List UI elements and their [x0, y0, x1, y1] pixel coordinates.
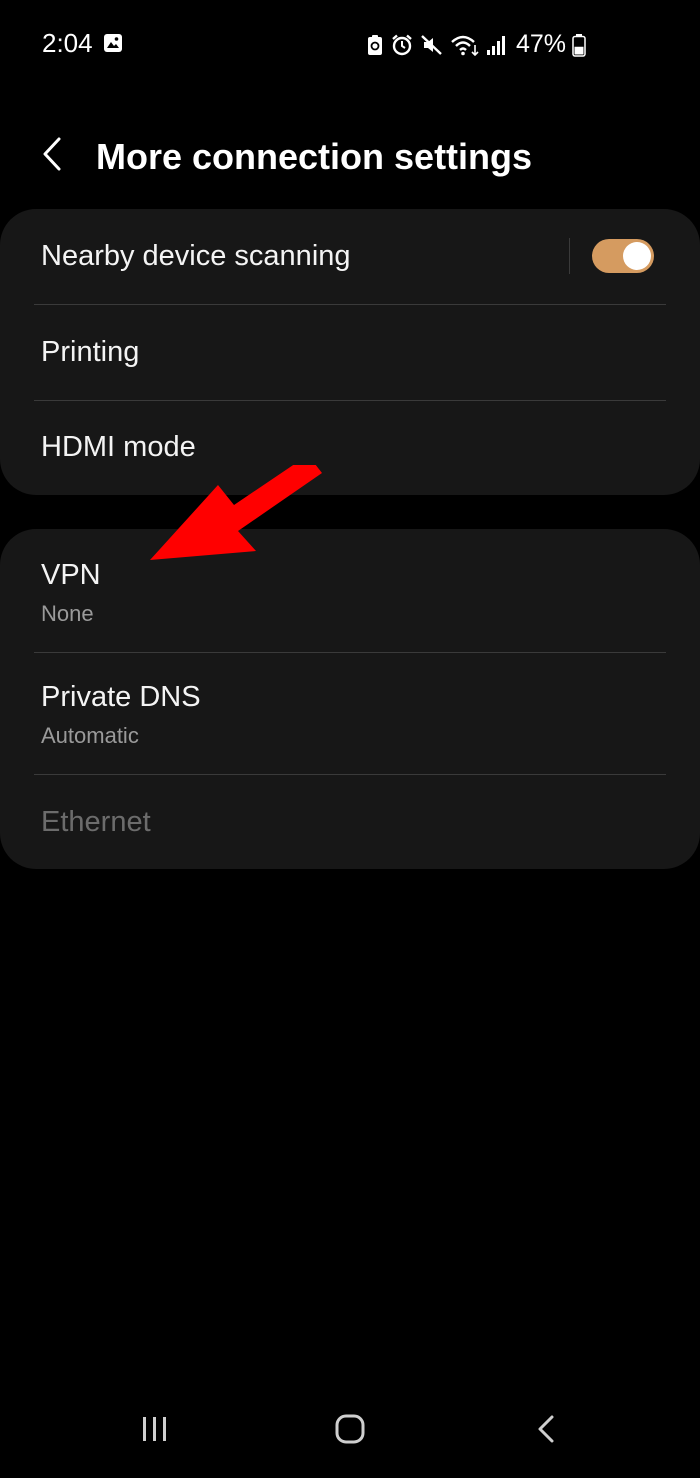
app-header: More connection settings	[0, 118, 700, 198]
printing-label: Printing	[41, 336, 140, 368]
page-title: More connection settings	[96, 136, 533, 177]
nearby-device-scanning-toggle[interactable]	[592, 239, 654, 273]
hdmi-mode-row[interactable]: HDMI mode	[0, 401, 700, 495]
status-bar: 2:04 47%	[0, 0, 700, 90]
vpn-row[interactable]: VPN None	[0, 529, 700, 652]
chevron-left-icon	[40, 136, 64, 177]
back-icon	[536, 1414, 556, 1449]
nav-back-button[interactable]	[516, 1406, 576, 1456]
ethernet-row: Ethernet	[0, 775, 700, 869]
wifi-icon	[450, 34, 480, 56]
status-time: 2:04	[42, 28, 93, 58]
home-button[interactable]	[320, 1406, 380, 1456]
vpn-label: VPN	[41, 559, 101, 591]
recent-apps-icon	[140, 1415, 170, 1448]
row-separator	[569, 238, 570, 274]
home-icon	[334, 1413, 366, 1450]
status-icons: 47%	[366, 30, 586, 59]
navigation-bar	[0, 1388, 700, 1478]
toggle-knob	[623, 242, 651, 270]
battery-icon	[572, 33, 586, 57]
recent-apps-button[interactable]	[125, 1406, 185, 1456]
hdmi-mode-label: HDMI mode	[41, 431, 196, 463]
settings-group-network: VPN None Private DNS Automatic Ethernet	[0, 529, 700, 869]
back-button[interactable]	[30, 134, 74, 178]
gallery-icon	[103, 33, 123, 58]
signal-icon	[486, 34, 506, 56]
red-arrow-icon	[140, 455, 340, 570]
vpn-status: None	[41, 601, 94, 626]
settings-group-device: Nearby device scanning Printing HDMI mod…	[0, 209, 700, 495]
private-dns-row[interactable]: Private DNS Automatic	[0, 653, 700, 774]
ethernet-label: Ethernet	[41, 806, 151, 838]
private-dns-label: Private DNS	[41, 681, 201, 713]
data-saver-icon	[366, 34, 384, 56]
battery-percent: 47%	[515, 30, 566, 58]
mute-icon	[420, 34, 444, 56]
alarm-icon	[390, 34, 414, 56]
nearby-device-scanning-row[interactable]: Nearby device scanning	[0, 209, 700, 305]
nearby-device-scanning-label: Nearby device scanning	[41, 240, 351, 272]
printing-row[interactable]: Printing	[0, 305, 700, 400]
private-dns-status: Automatic	[41, 723, 139, 748]
